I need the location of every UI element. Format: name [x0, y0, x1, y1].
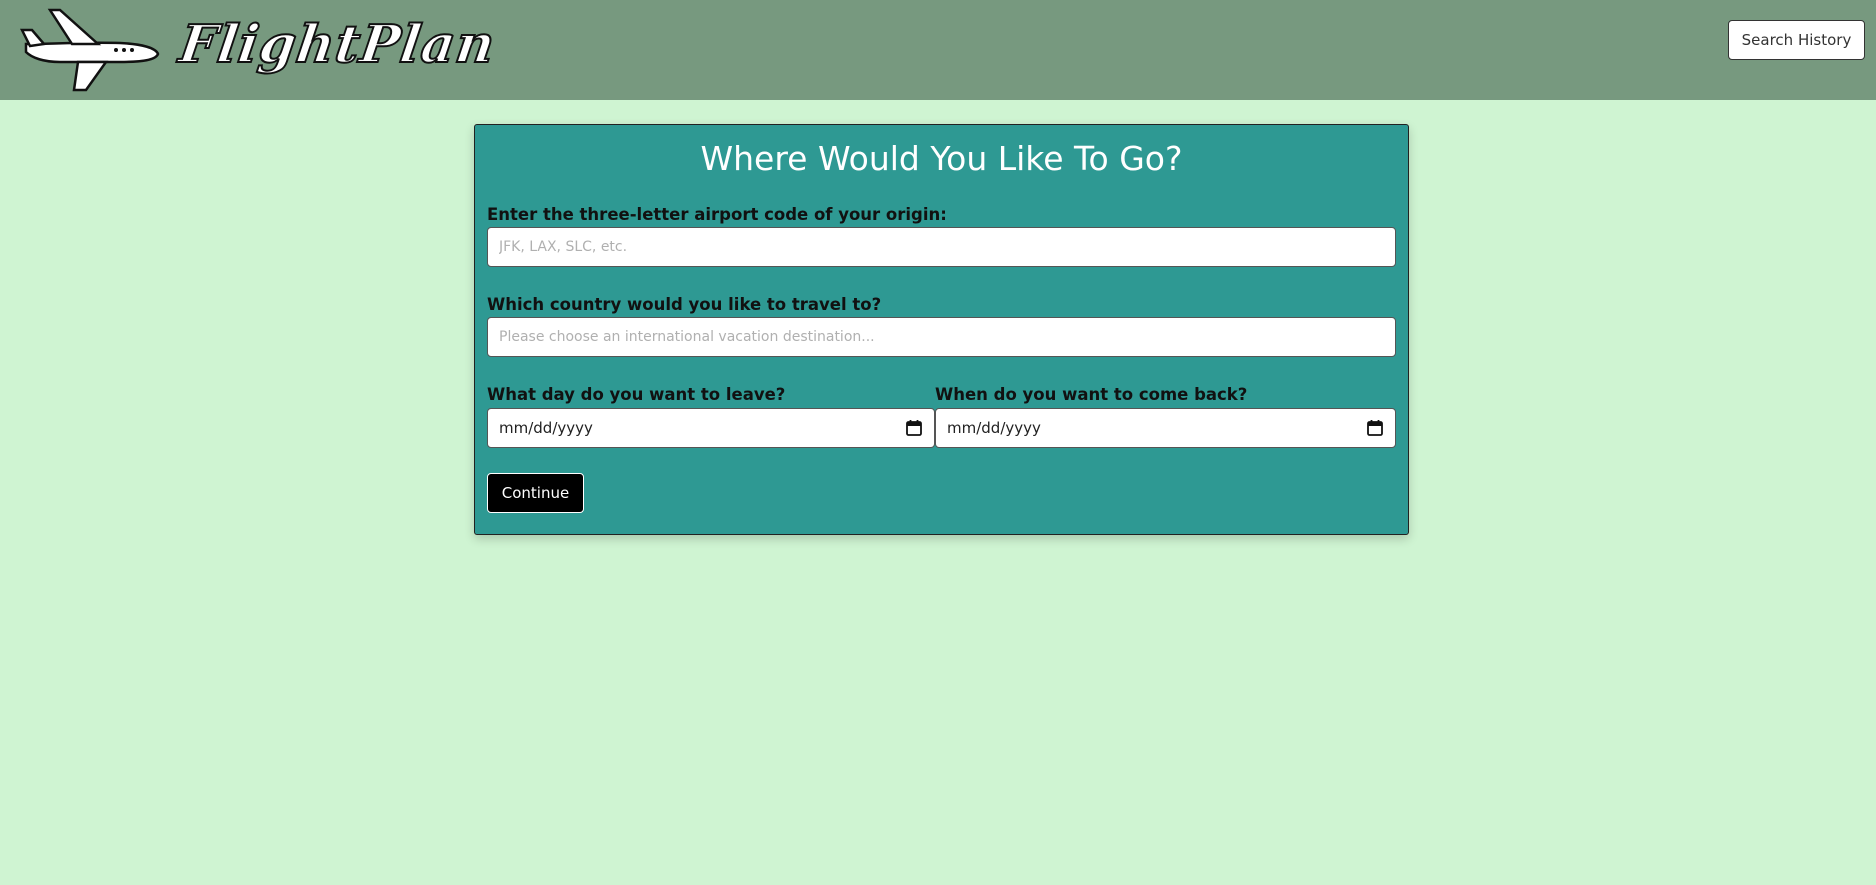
calendar-icon[interactable] — [905, 419, 923, 437]
depart-date-input[interactable]: mm/dd/yyyy — [487, 408, 935, 448]
search-history-button[interactable]: Search History — [1728, 20, 1865, 60]
airplane-icon — [20, 8, 160, 92]
flightplan-logo[interactable]: FlightPlan — [20, 6, 540, 92]
destination-country-input[interactable] — [487, 317, 1396, 357]
form-title: Where Would You Like To Go? — [700, 139, 1183, 178]
destination-label: Which country would you like to travel t… — [487, 295, 882, 314]
navbar: FlightPlan Search History — [0, 0, 1876, 100]
depart-date-label: What day do you want to leave? — [487, 385, 786, 404]
origin-label: Enter the three-letter airport code of y… — [487, 205, 947, 224]
return-date-input[interactable]: mm/dd/yyyy — [935, 408, 1396, 448]
continue-button[interactable]: Continue — [487, 473, 584, 513]
calendar-icon[interactable] — [1366, 419, 1384, 437]
return-date-label: When do you want to come back? — [935, 385, 1248, 404]
depart-date-value: mm/dd/yyyy — [499, 419, 593, 437]
logo-wordmark: FlightPlan — [175, 13, 501, 76]
trip-search-form: Where Would You Like To Go? Enter the th… — [474, 124, 1409, 535]
return-date-value: mm/dd/yyyy — [947, 419, 1041, 437]
origin-airport-input[interactable] — [487, 227, 1396, 267]
